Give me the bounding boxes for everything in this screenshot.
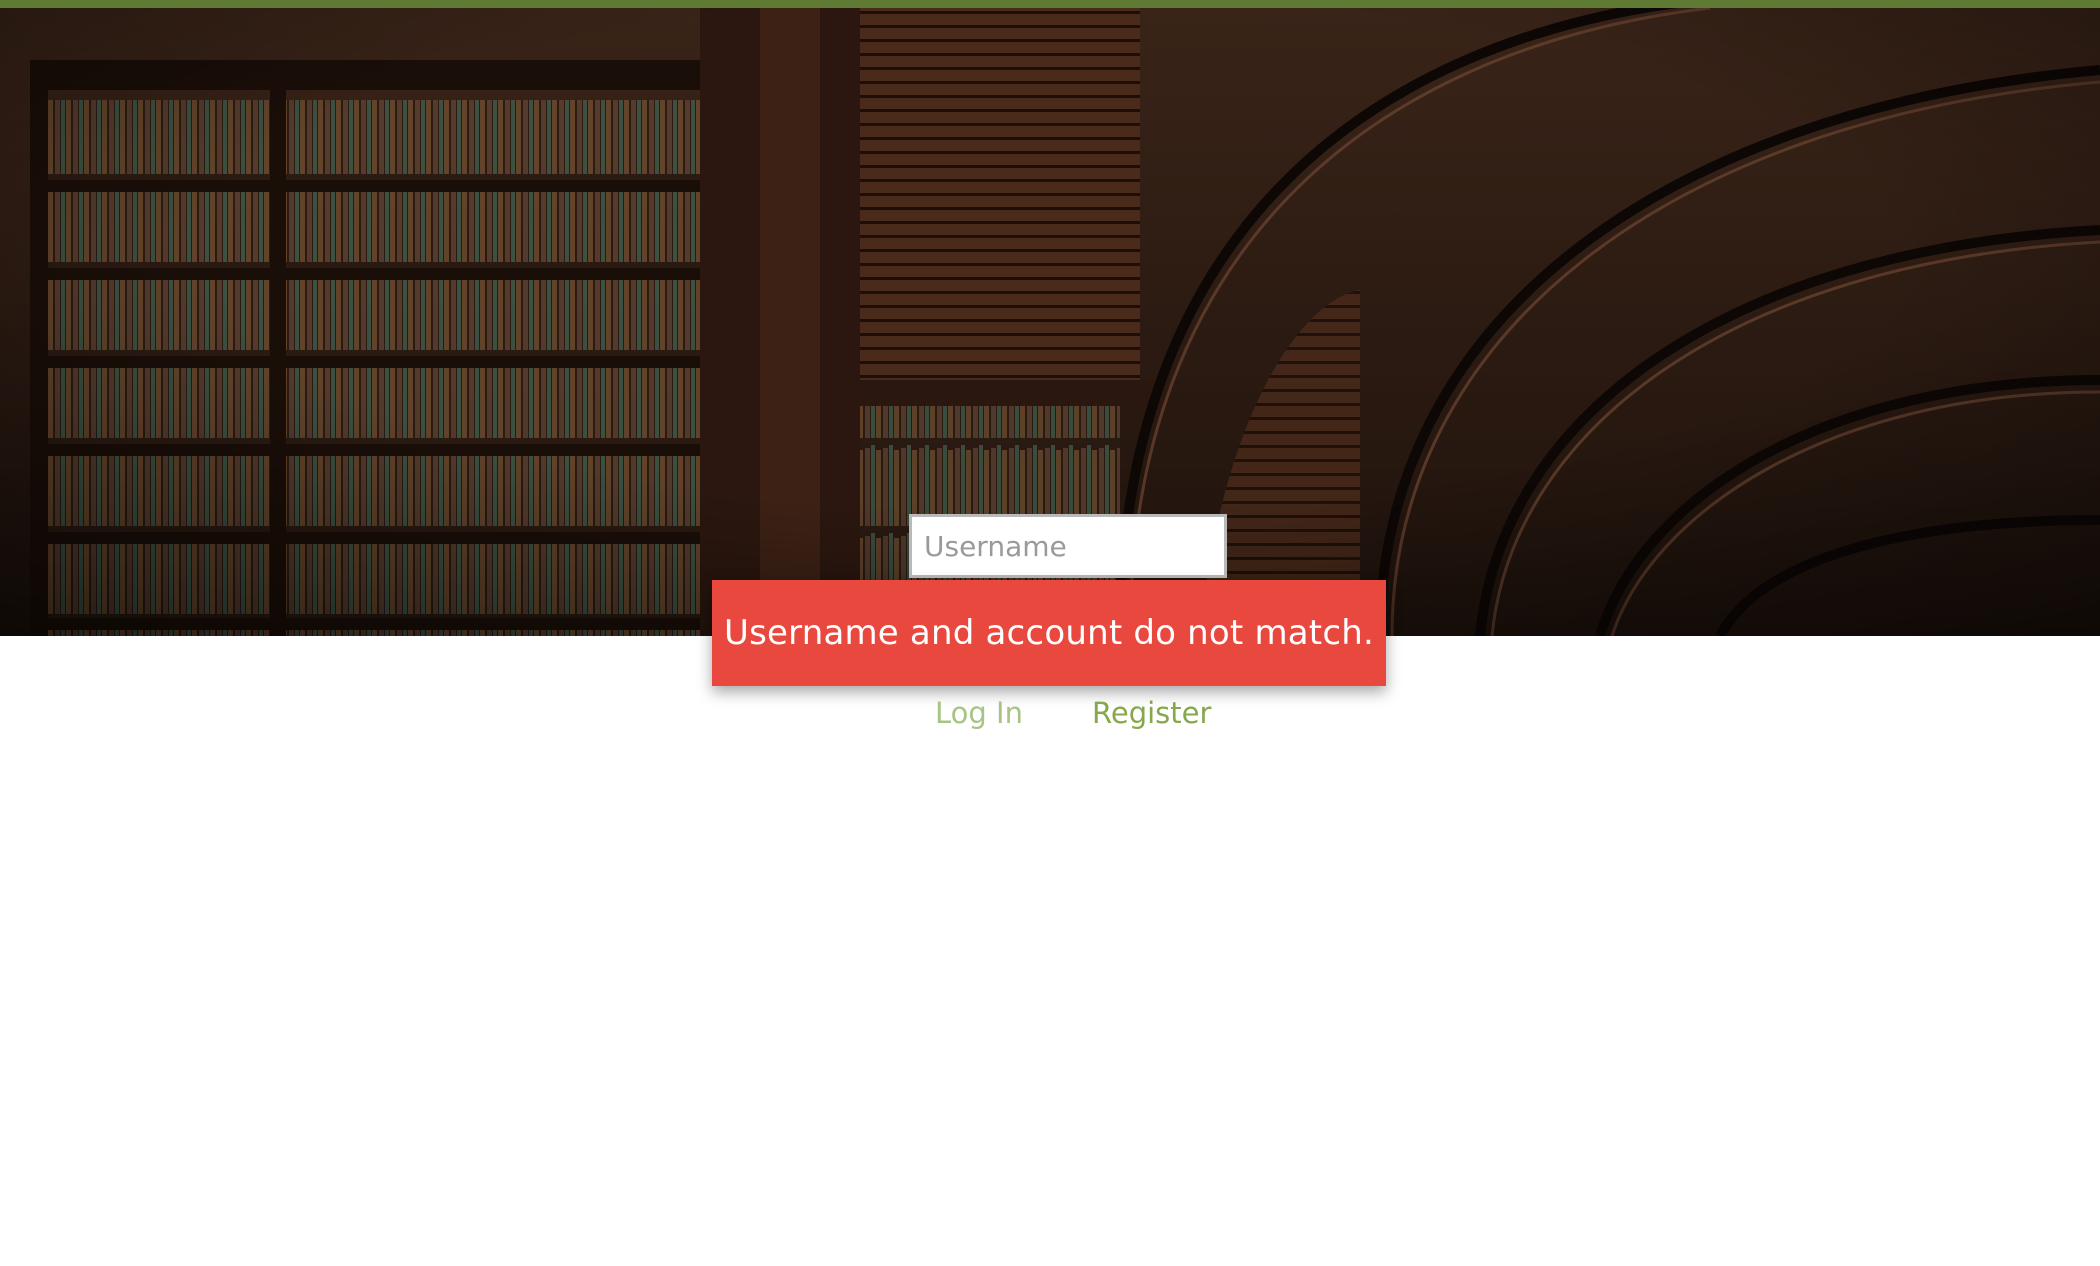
login-panel: Username and account do not match. Log I… <box>0 0 2100 1266</box>
username-input[interactable] <box>909 514 1227 578</box>
error-message: Username and account do not match. <box>712 580 1386 686</box>
error-message-text: Username and account do not match. <box>724 613 1374 653</box>
auth-links: Log In Register <box>0 696 2100 744</box>
login-link[interactable]: Log In <box>935 696 1023 730</box>
register-link[interactable]: Register <box>1092 696 1211 730</box>
